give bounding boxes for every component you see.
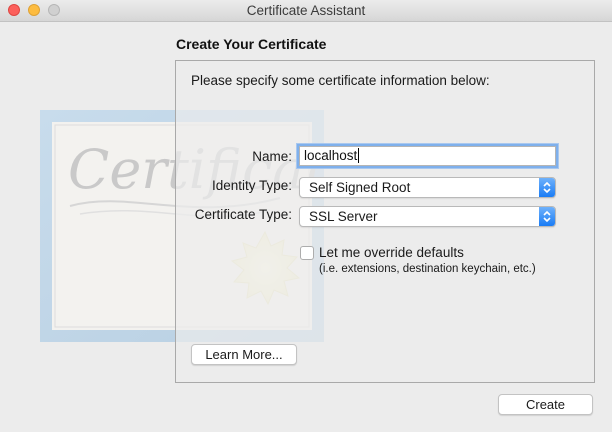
learn-more-button[interactable]: Learn More... <box>191 344 297 365</box>
certificate-type-value: SSL Server <box>309 209 378 224</box>
name-field[interactable]: localhost <box>299 146 556 166</box>
create-button[interactable]: Create <box>498 394 593 415</box>
intro-text: Please specify some certificate informat… <box>191 73 490 88</box>
override-defaults-hint: (i.e. extensions, destination keychain, … <box>319 263 536 275</box>
title-bar: Certificate Assistant <box>0 0 612 22</box>
text-caret <box>358 148 360 163</box>
name-field-value: localhost <box>304 148 358 163</box>
page-title: Create Your Certificate <box>176 36 327 52</box>
certificate-type-label: Certificate Type: <box>194 207 292 222</box>
identity-type-label: Identity Type: <box>211 178 292 193</box>
certificate-type-popup[interactable]: SSL Server <box>299 206 556 227</box>
override-defaults-label[interactable]: Let me override defaults <box>319 245 464 260</box>
up-down-arrows-icon <box>539 207 555 226</box>
name-label: Name: <box>252 149 292 164</box>
override-defaults-checkbox[interactable] <box>300 246 314 260</box>
identity-type-popup[interactable]: Self Signed Root <box>299 177 556 198</box>
up-down-arrows-icon <box>539 178 555 197</box>
identity-type-value: Self Signed Root <box>309 180 411 195</box>
window-title: Certificate Assistant <box>246 3 366 18</box>
